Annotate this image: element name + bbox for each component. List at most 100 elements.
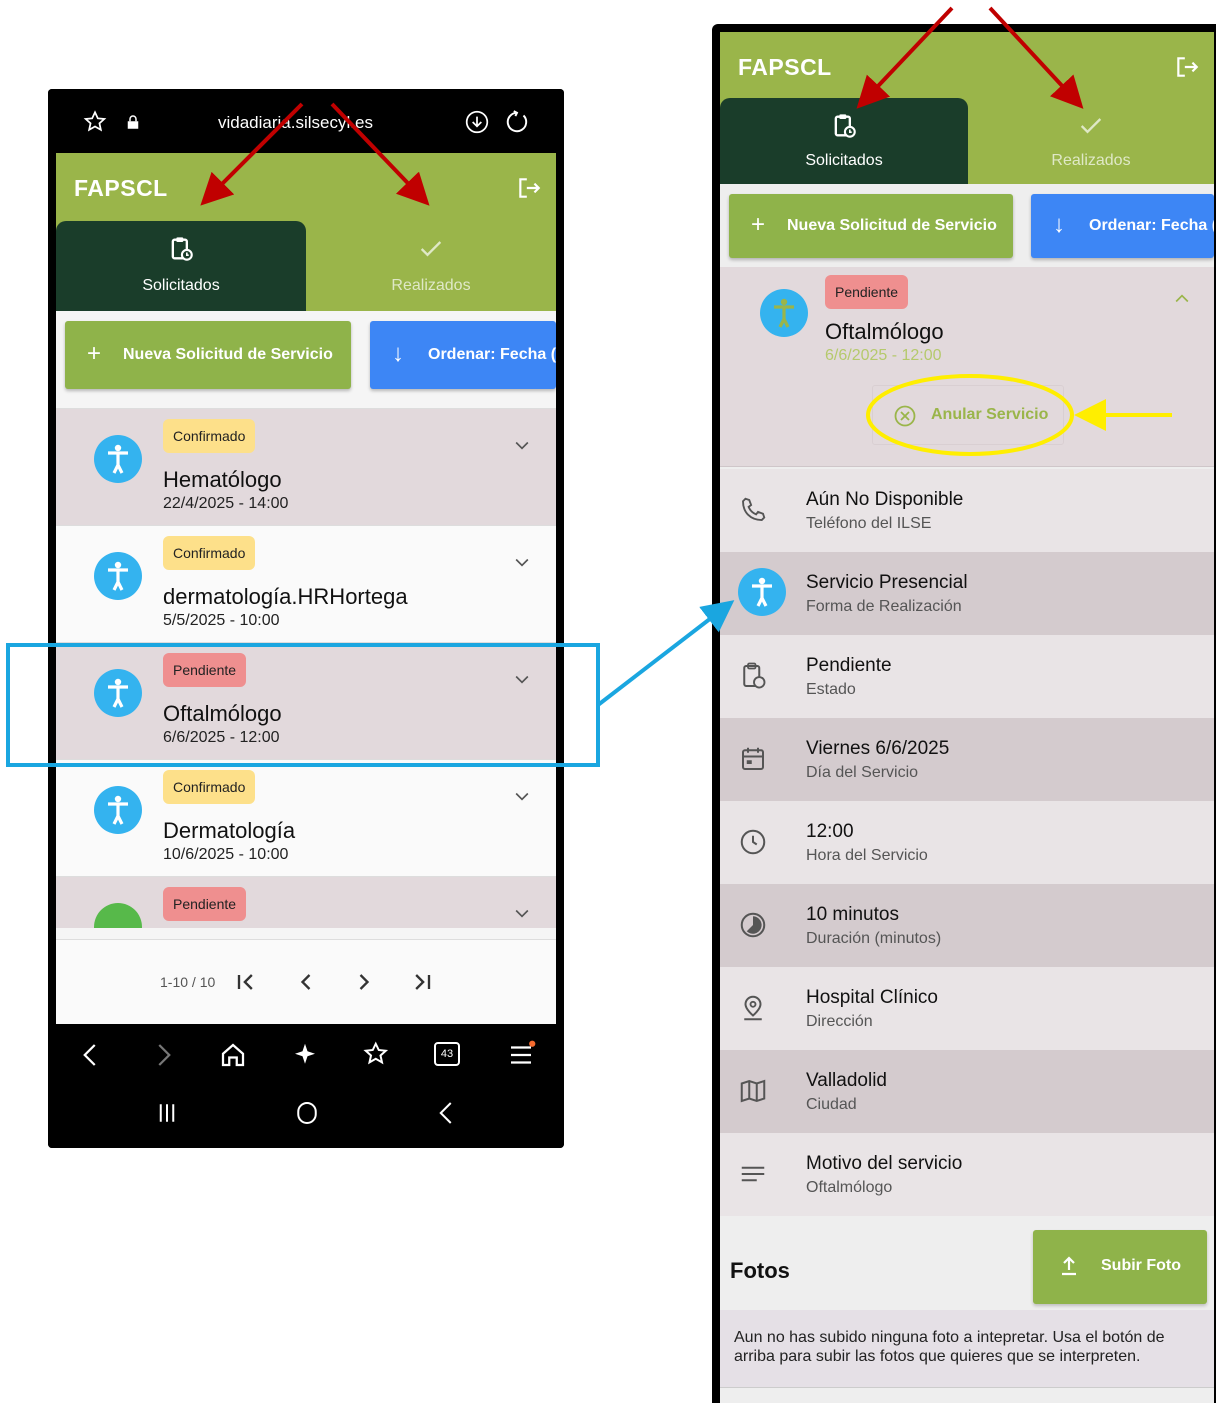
tab-realizados[interactable]: Realizados	[306, 221, 556, 311]
list-item[interactable]: Pendiente Oftalmólogo 6/6/2025 - 12:00	[56, 643, 556, 760]
tabs-count[interactable]: 43	[434, 1042, 460, 1066]
last-page-icon[interactable]	[408, 968, 436, 996]
new-request-button[interactable]: + Nueva Solicitud de Servicio	[729, 194, 1013, 258]
sort-button[interactable]: ↓ Ordenar: Fecha (	[370, 321, 556, 389]
sort-button[interactable]: ↓ Ordenar: Fecha (	[1031, 194, 1214, 258]
status-badge: Confirmado	[163, 536, 256, 570]
service-name: Oftalmólogo	[163, 701, 282, 726]
detail-label: Día del Servicio	[806, 764, 919, 781]
detail-row-status: Pendiente Estado	[720, 635, 1214, 718]
bookmarks-icon[interactable]	[362, 1040, 392, 1070]
cancel-service-button[interactable]: Anular Servicio	[872, 385, 1064, 445]
url-text[interactable]: vidadiaria.silsecyl.es	[218, 113, 373, 133]
detail-row-city: Valladolid Ciudad	[720, 1050, 1214, 1133]
list-item[interactable]: Confirmado Hematólogo 22/4/2025 - 14:00	[56, 409, 556, 526]
list-item[interactable]: Confirmado Dermatología 10/6/2025 - 10:0…	[56, 760, 556, 877]
browser-address-bar: vidadiaria.silsecyl.es	[48, 89, 564, 153]
tab-realizados[interactable]: Realizados	[968, 98, 1214, 184]
detail-value: Viernes 6/6/2025	[806, 738, 950, 759]
first-page-icon[interactable]	[232, 968, 260, 996]
chevron-up-icon[interactable]	[1172, 289, 1192, 309]
upload-photo-button[interactable]: Subir Foto	[1033, 1230, 1207, 1304]
detail-label: Ciudad	[806, 1096, 857, 1113]
next-page-icon[interactable]	[350, 968, 378, 996]
service-datetime: 6/6/2025 - 12:00	[163, 729, 280, 746]
tab-solicitados-label: Solicitados	[142, 277, 220, 294]
detail-label: Hora del Servicio	[806, 847, 928, 864]
bookmark-star-icon[interactable]	[82, 109, 108, 135]
pagination-range: 1-10 / 10	[160, 974, 216, 990]
video-icon	[94, 903, 142, 928]
detail-label: Forma de Realización	[806, 598, 962, 615]
photos-title: Fotos	[730, 1258, 790, 1283]
detail-value: Hospital Clínico	[806, 987, 938, 1008]
reload-icon[interactable]	[504, 109, 530, 135]
check-icon	[420, 241, 442, 257]
detail-label: Duración (minutos)	[806, 930, 942, 947]
service-datetime: 6/6/2025 - 12:00	[825, 347, 942, 364]
prev-page-icon[interactable]	[292, 968, 320, 996]
tab-realizados-label: Realizados	[391, 277, 471, 294]
browser-nav-bar: 43	[48, 1024, 564, 1148]
service-datetime: 22/4/2025 - 14:00	[163, 495, 289, 512]
home-icon[interactable]	[218, 1040, 248, 1070]
accessibility-icon	[738, 568, 786, 616]
service-datetime: 10/6/2025 - 10:00	[163, 846, 289, 863]
detail-row-date: Viernes 6/6/2025 Día del Servicio	[720, 718, 1214, 801]
accessibility-icon	[94, 669, 142, 717]
recent-apps-icon[interactable]	[152, 1098, 182, 1128]
clipboard-clock-icon	[743, 662, 766, 689]
action-bar: + Nueva Solicitud de Servicio ↓ Ordenar:…	[720, 184, 1214, 266]
accessibility-icon	[94, 435, 142, 483]
clipboard-clock-icon	[171, 237, 193, 261]
expanded-service-card: Pendiente Oftalmólogo 6/6/2025 - 12:00 A…	[720, 267, 1214, 467]
service-name: dermatología.HRHortega	[163, 584, 408, 609]
phone-icon	[742, 497, 766, 521]
service-name: Hematólogo	[163, 467, 282, 492]
forward-arrow-icon[interactable]	[148, 1040, 178, 1070]
pagination-bar: 1-10 / 10	[56, 939, 556, 1024]
status-badge: Pendiente	[163, 653, 247, 687]
lock-icon	[127, 115, 139, 129]
new-request-label: Nueva Solicitud de Servicio	[787, 217, 997, 234]
detail-label: Teléfono del ILSE	[806, 515, 932, 532]
tab-solicitados[interactable]: Solicitados	[56, 221, 306, 311]
detail-value: Aún No Disponible	[806, 489, 964, 510]
tab-solicitados-label: Solicitados	[805, 152, 883, 169]
home-button-icon[interactable]	[292, 1098, 322, 1128]
service-list: Confirmado Hematólogo 22/4/2025 - 14:00 …	[56, 408, 556, 928]
chevron-down-icon[interactable]	[512, 669, 532, 689]
arrow-down-icon: ↓	[1053, 211, 1065, 238]
logout-icon[interactable]	[516, 175, 542, 201]
chevron-down-icon[interactable]	[512, 552, 532, 572]
new-request-button[interactable]: + Nueva Solicitud de Servicio	[65, 321, 351, 389]
blue-arrow	[596, 600, 735, 707]
detail-label: Oftalmólogo	[806, 1179, 893, 1196]
status-badge: Confirmado	[163, 419, 256, 453]
app-header: FAPSCL	[720, 32, 1214, 98]
accessibility-icon	[94, 786, 142, 834]
notes-icon	[741, 1166, 765, 1182]
upload-photo-label: Subir Foto	[1101, 1257, 1181, 1274]
chevron-down-icon[interactable]	[512, 786, 532, 806]
system-back-icon[interactable]	[432, 1098, 462, 1128]
back-arrow-icon[interactable]	[76, 1040, 106, 1070]
list-item[interactable]: Pendiente	[56, 877, 556, 928]
tab-solicitados[interactable]: Solicitados	[720, 98, 968, 184]
plus-icon: +	[751, 211, 766, 238]
list-item[interactable]: Confirmado dermatología.HRHortega 5/5/20…	[56, 526, 556, 643]
download-icon[interactable]	[464, 109, 490, 135]
detail-row-phone: Aún No Disponible Teléfono del ILSE	[720, 469, 1214, 552]
chevron-down-icon[interactable]	[512, 903, 532, 923]
detail-row-time: 12:00 Hora del Servicio	[720, 801, 1214, 884]
sparkle-icon[interactable]	[290, 1040, 320, 1070]
cancel-service-label: Anular Servicio	[931, 406, 1049, 423]
timer-icon	[740, 912, 766, 938]
chevron-down-icon[interactable]	[512, 435, 532, 455]
arrow-down-icon: ↓	[392, 340, 404, 367]
right-phone-screenshot: FAPSCL Solicitados Realizados + Nueva So…	[712, 24, 1216, 1403]
detail-row-address: Hospital Clínico Dirección	[720, 967, 1214, 1050]
menu-icon[interactable]	[506, 1040, 536, 1070]
logout-icon[interactable]	[1174, 54, 1200, 80]
app-header: FAPSCL	[56, 153, 556, 221]
